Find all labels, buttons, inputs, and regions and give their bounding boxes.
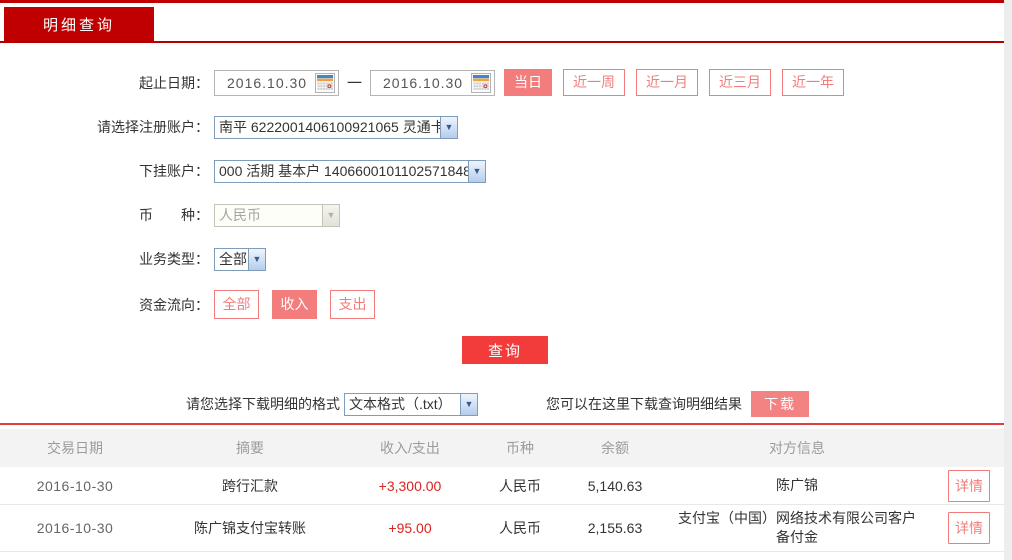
detail-button[interactable]: 详情 (948, 512, 990, 544)
currency-value: 人民币 (215, 205, 322, 225)
cell-date: 2016-10-30 (0, 520, 150, 536)
calendar-icon[interactable] (315, 73, 335, 93)
download-format-select[interactable]: 文本格式（.txt） ▼ (344, 393, 478, 416)
chevron-down-icon: ▼ (468, 161, 485, 182)
quick-range-week-button[interactable]: 近一周 (563, 69, 625, 96)
business-type-value: 全部 (215, 249, 248, 269)
business-type-row: 业务类型： 全部 ▼ (0, 246, 1004, 272)
date-separator: 一 (347, 72, 362, 93)
chevron-down-icon: ▼ (248, 249, 265, 270)
sub-account-row: 下挂账户： 000 活期 基本户 1406600101102571848 ▼ (0, 158, 1004, 184)
quick-range-today-button[interactable]: 当日 (504, 69, 552, 96)
date-range-row: 起止日期： 2016.10.30 (0, 69, 1004, 96)
quick-range-month-button[interactable]: 近一月 (636, 69, 698, 96)
register-account-select[interactable]: 南平 6222001406100921065 灵通卡 ▼ (214, 116, 458, 139)
col-header-summary: 摘要 (150, 438, 350, 458)
download-hint: 您可以在这里下载查询明细结果 (546, 394, 742, 414)
query-form: 起止日期： 2016.10.30 (0, 43, 1004, 364)
cell-date: 2016-10-30 (0, 478, 150, 494)
cell-amount: +3,300.00 (350, 478, 470, 494)
currency-row: 币 种： 人民币 ▼ (0, 202, 1004, 228)
cell-balance: 2,155.63 (570, 520, 660, 536)
quick-range-year-button[interactable]: 近一年 (782, 69, 844, 96)
fund-flow-label: 资金流向： (0, 295, 214, 315)
sub-account-value: 000 活期 基本户 1406600101102571848 (215, 161, 468, 181)
start-date-input[interactable]: 2016.10.30 (214, 70, 339, 96)
register-account-label: 请选择注册账户： (0, 117, 214, 137)
end-date-value: 2016.10.30 (383, 75, 471, 91)
tab-bar: 明细查询 (0, 3, 1004, 43)
chevron-down-icon: ▼ (440, 117, 457, 138)
business-type-label: 业务类型： (0, 249, 214, 269)
cell-summary: 陈广锦支付宝转账 (150, 518, 350, 538)
page: 明细查询 起止日期： 2016.10.30 (0, 0, 1004, 560)
cell-counterparty: 陈广锦 (660, 472, 934, 499)
col-header-amount: 收入/支出 (350, 438, 470, 458)
cell-amount: +95.00 (350, 520, 470, 536)
detail-button[interactable]: 详情 (948, 470, 990, 502)
calendar-icon[interactable] (471, 73, 491, 93)
chevron-down-icon: ▼ (460, 394, 477, 415)
currency-label: 币 种： (0, 205, 214, 225)
col-header-counterparty: 对方信息 (660, 438, 934, 458)
col-header-currency: 币种 (470, 438, 570, 458)
fund-flow-income-button[interactable]: 收入 (272, 290, 317, 319)
sub-account-label: 下挂账户： (0, 161, 214, 181)
download-button[interactable]: 下载 (751, 391, 809, 417)
download-format-value: 文本格式（.txt） (345, 394, 460, 414)
business-type-select[interactable]: 全部 ▼ (214, 248, 266, 271)
cell-counterparty: 支付宝（中国）网络技术有限公司客户备付金 (660, 505, 934, 551)
cell-summary: 跨行汇款 (150, 476, 350, 496)
fund-flow-row: 资金流向： 全部 收入 支出 (0, 290, 1004, 319)
table-header-row: 交易日期 摘要 收入/支出 币种 余额 对方信息 (0, 429, 1004, 467)
date-range-label: 起止日期： (0, 73, 214, 93)
table-row: 2016-10-30 跨行汇款 +3,300.00 人民币 5,140.63 陈… (0, 467, 1004, 505)
fund-flow-expense-button[interactable]: 支出 (330, 290, 375, 319)
cell-currency: 人民币 (470, 518, 570, 538)
query-button[interactable]: 查询 (462, 336, 548, 364)
sub-account-select[interactable]: 000 活期 基本户 1406600101102571848 ▼ (214, 160, 486, 183)
cell-currency: 人民币 (470, 476, 570, 496)
chevron-down-icon: ▼ (322, 205, 339, 226)
end-date-input[interactable]: 2016.10.30 (370, 70, 495, 96)
register-account-value: 南平 6222001406100921065 灵通卡 (215, 117, 440, 137)
table-row: 2016-10-30 陈广锦支付宝转账 +95.00 人民币 2,155.63 … (0, 505, 1004, 552)
download-row: 请您选择下载明细的格式 文本格式（.txt） ▼ 您可以在这里下载查询明细结果 … (0, 391, 1004, 417)
start-date-value: 2016.10.30 (227, 75, 315, 91)
quick-range-quarter-button[interactable]: 近三月 (709, 69, 771, 96)
download-format-label: 请您选择下载明细的格式 (186, 394, 340, 414)
fund-flow-all-button[interactable]: 全部 (214, 290, 259, 319)
table-top-divider (0, 423, 1004, 425)
col-header-balance: 余额 (570, 438, 660, 458)
register-account-row: 请选择注册账户： 南平 6222001406100921065 灵通卡 ▼ (0, 114, 1004, 140)
cell-balance: 5,140.63 (570, 478, 660, 494)
col-header-date: 交易日期 (0, 438, 150, 458)
tab-detail-query[interactable]: 明细查询 (4, 7, 154, 41)
currency-select: 人民币 ▼ (214, 204, 340, 227)
